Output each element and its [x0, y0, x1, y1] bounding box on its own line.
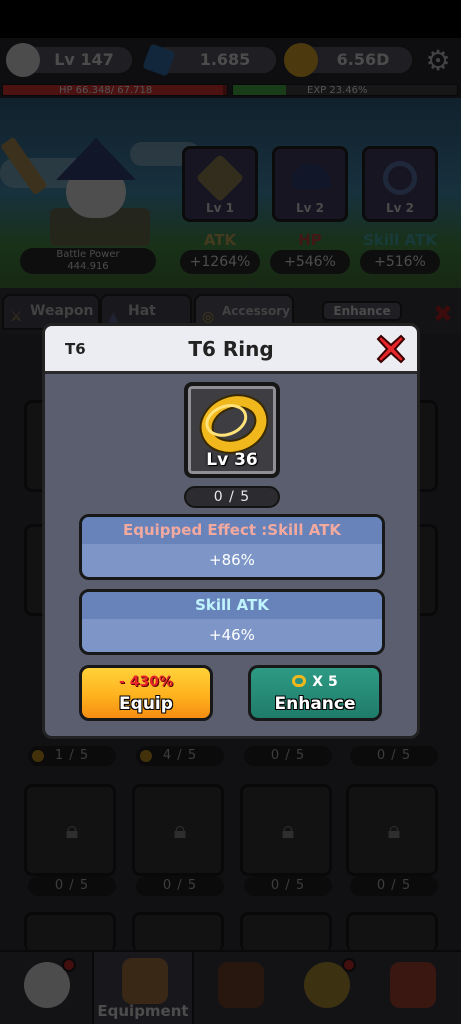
enhance-cost: X 5 [251, 674, 379, 690]
equip-delta: - 430% [119, 674, 173, 690]
close-icon [376, 334, 406, 364]
stat-title: Skill ATK [82, 592, 382, 619]
enhance-button[interactable]: X 5 Enhance [248, 665, 382, 721]
equip-label: Equip [119, 694, 173, 714]
dialog-header: T6 T6 Ring [45, 326, 417, 374]
equip-button[interactable]: - 430% Equip [79, 665, 213, 721]
enhance-label: Enhance [274, 694, 356, 714]
item-detail-dialog: T6 T6 Ring Lv 36 0 / 5 Equipped Effect :… [42, 323, 420, 739]
item-progress: 0 / 5 [184, 486, 280, 508]
ring-icon [292, 675, 307, 687]
equipped-effect-value: +86% [209, 551, 255, 569]
stat-panel: Skill ATK +46% [79, 589, 385, 655]
equipped-effect-panel: Equipped Effect :Skill ATK +86% [79, 514, 385, 580]
item-level: Lv 36 [206, 450, 258, 470]
game-screen: Lv 147 1.685 6.56D ⚙ HP 66.348/ 67.718 E… [0, 0, 461, 1024]
equipped-effect-title: Equipped Effect :Skill ATK [82, 517, 382, 544]
close-button[interactable] [375, 333, 407, 365]
item-icon-box: Lv 36 [184, 382, 280, 478]
stat-value: +46% [209, 626, 255, 644]
dialog-title: T6 Ring [188, 337, 274, 361]
